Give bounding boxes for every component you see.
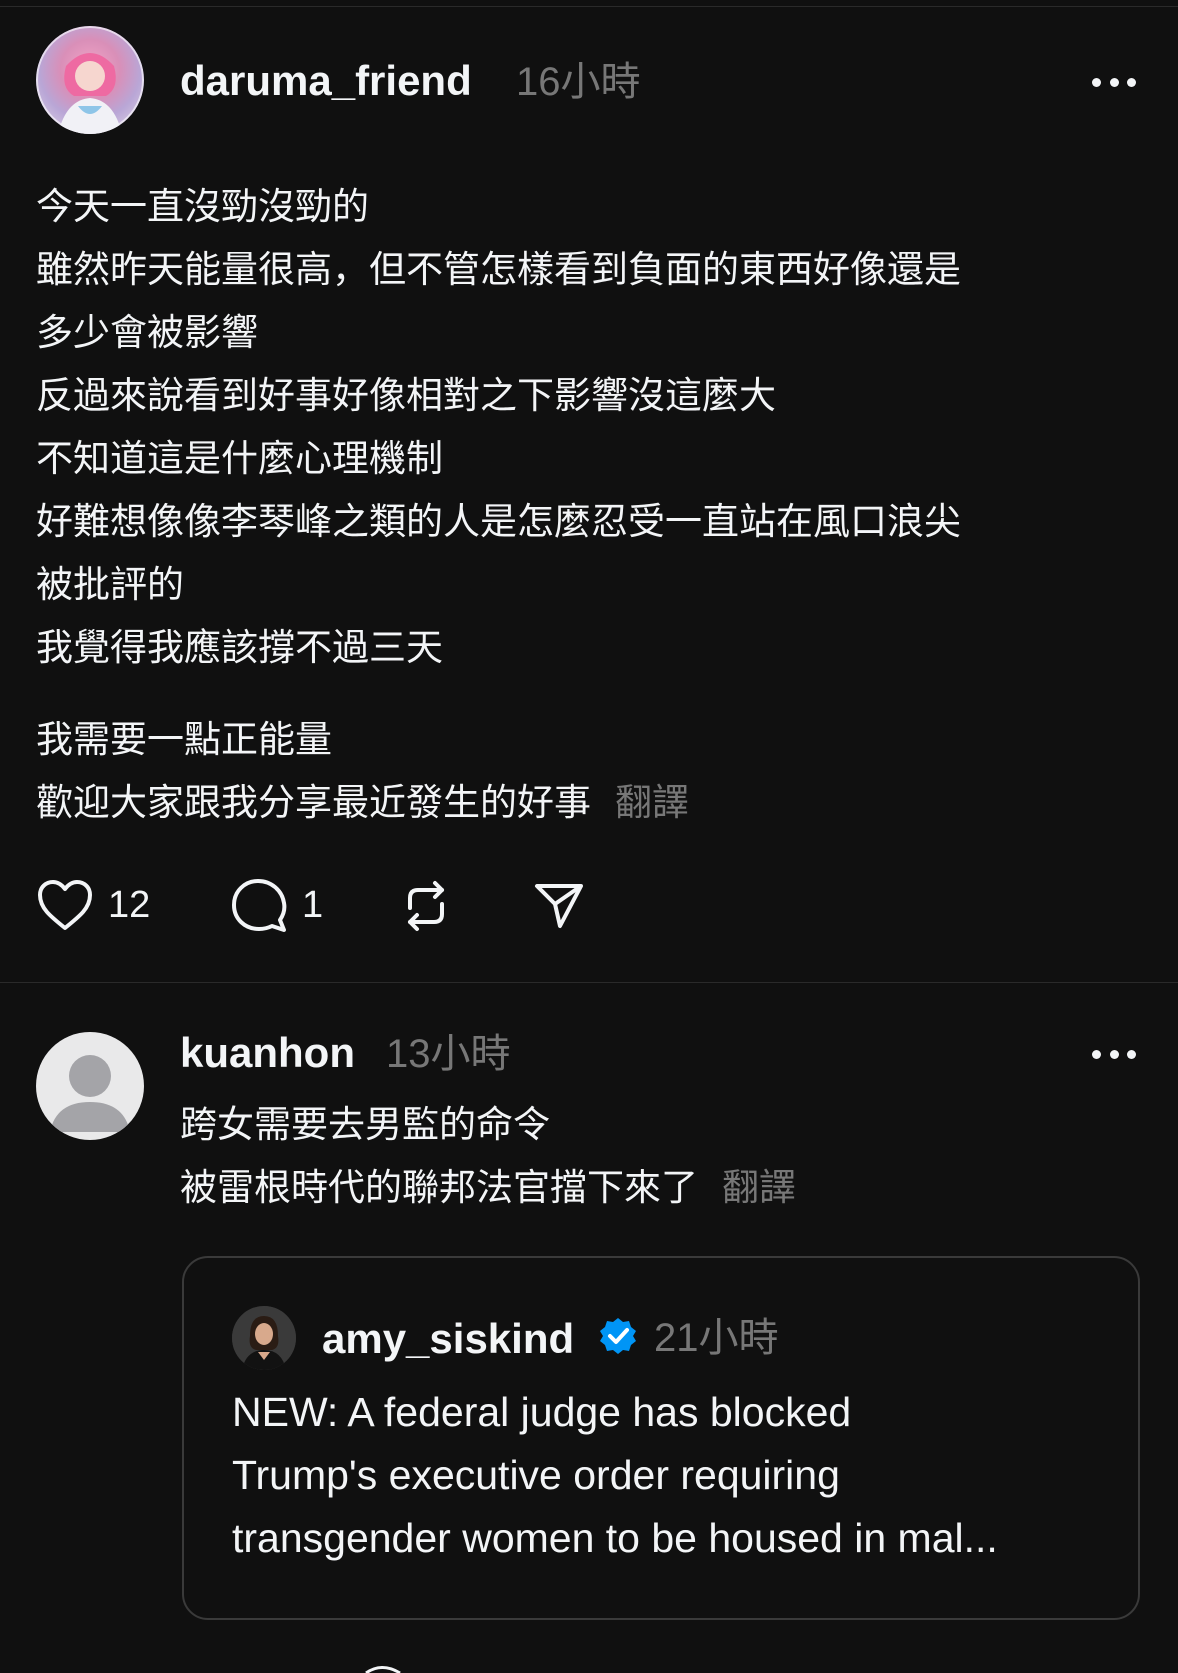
post-line: 我需要一點正能量 [36, 718, 332, 761]
verified-badge-icon [600, 1318, 636, 1354]
post-line: 反過來說看到好事好像相對之下影響沒這麼大 [36, 374, 776, 417]
comment-button[interactable]: 1 [230, 876, 323, 934]
username[interactable]: daruma_friend [180, 60, 472, 102]
username[interactable]: kuanhon [180, 1032, 355, 1074]
avatar[interactable] [36, 1032, 144, 1140]
post-line: 被批評的 [36, 563, 184, 606]
timestamp: 16小時 [516, 60, 641, 104]
post-line: 好難想像像李琴峰之類的人是怎麼忍受一直站在風口浪尖 [36, 500, 961, 543]
post-line: 多少會被影響 [36, 311, 258, 354]
like-button[interactable]: 12 [36, 878, 150, 932]
quoted-line: transgender women to be housed in mal... [232, 1515, 998, 1561]
avatar[interactable] [36, 26, 144, 134]
send-icon [535, 884, 583, 928]
quoted-post-card[interactable]: amy_siskind 21小時 NEW: A federal judge ha… [182, 1256, 1140, 1620]
quoted-timestamp: 21小時 [654, 1316, 779, 1360]
post-body: 跨女需要去男監的命令 被雷根時代的聯邦法官擋下來了 翻譯 [180, 1093, 796, 1219]
heart-icon [38, 880, 92, 930]
post-line: 我覺得我應該撐不過三天 [36, 626, 443, 669]
translate-link[interactable]: 翻譯 [722, 1166, 796, 1209]
post-divider [0, 982, 1178, 983]
translate-link[interactable]: 翻譯 [615, 781, 689, 824]
quoted-line: Trump's executive order requiring [232, 1452, 840, 1498]
share-button[interactable] [532, 880, 586, 930]
comment-icon [232, 879, 287, 932]
default-avatar-icon [50, 1055, 130, 1132]
post-line-text: 被雷根時代的聯邦法官擋下來了 [180, 1166, 698, 1209]
post-body-2: 我需要一點正能量 歡迎大家跟我分享最近發生的好事 翻譯 [36, 708, 689, 834]
post-body: 今天一直沒勁沒勁的 雖然昨天能量很高，但不管怎樣看到負面的東西好像還是 多少會被… [36, 175, 961, 679]
post-line: 歡迎大家跟我分享最近發生的好事 翻譯 [36, 771, 689, 834]
repost-button[interactable] [398, 878, 454, 934]
more-options-icon[interactable] [1092, 76, 1136, 88]
post-line: 今天一直沒勁沒勁的 [36, 185, 369, 228]
quoted-username[interactable]: amy_siskind [322, 1318, 574, 1360]
quoted-avatar[interactable] [232, 1306, 296, 1370]
post-line: 不知道這是什麼心理機制 [36, 437, 443, 480]
timestamp: 13小時 [386, 1032, 511, 1076]
post-line: 被雷根時代的聯邦法官擋下來了 翻譯 [180, 1156, 796, 1219]
comment-count: 1 [302, 883, 324, 926]
more-options-icon[interactable] [1092, 1048, 1136, 1060]
quoted-body: NEW: A federal judge has blocked Trump's… [232, 1381, 998, 1570]
top-divider [0, 6, 1178, 7]
next-actions-peek [365, 1666, 401, 1673]
user-photo-icon [232, 1306, 296, 1370]
like-count: 12 [108, 883, 151, 926]
post-line-text: 歡迎大家跟我分享最近發生的好事 [36, 781, 591, 824]
user-photo-icon [36, 26, 144, 134]
quoted-line: NEW: A federal judge has blocked [232, 1389, 852, 1435]
post-line: 跨女需要去男監的命令 [180, 1103, 550, 1146]
post-line: 雖然昨天能量很高，但不管怎樣看到負面的東西好像還是 [36, 248, 961, 291]
repost-icon [408, 881, 444, 931]
